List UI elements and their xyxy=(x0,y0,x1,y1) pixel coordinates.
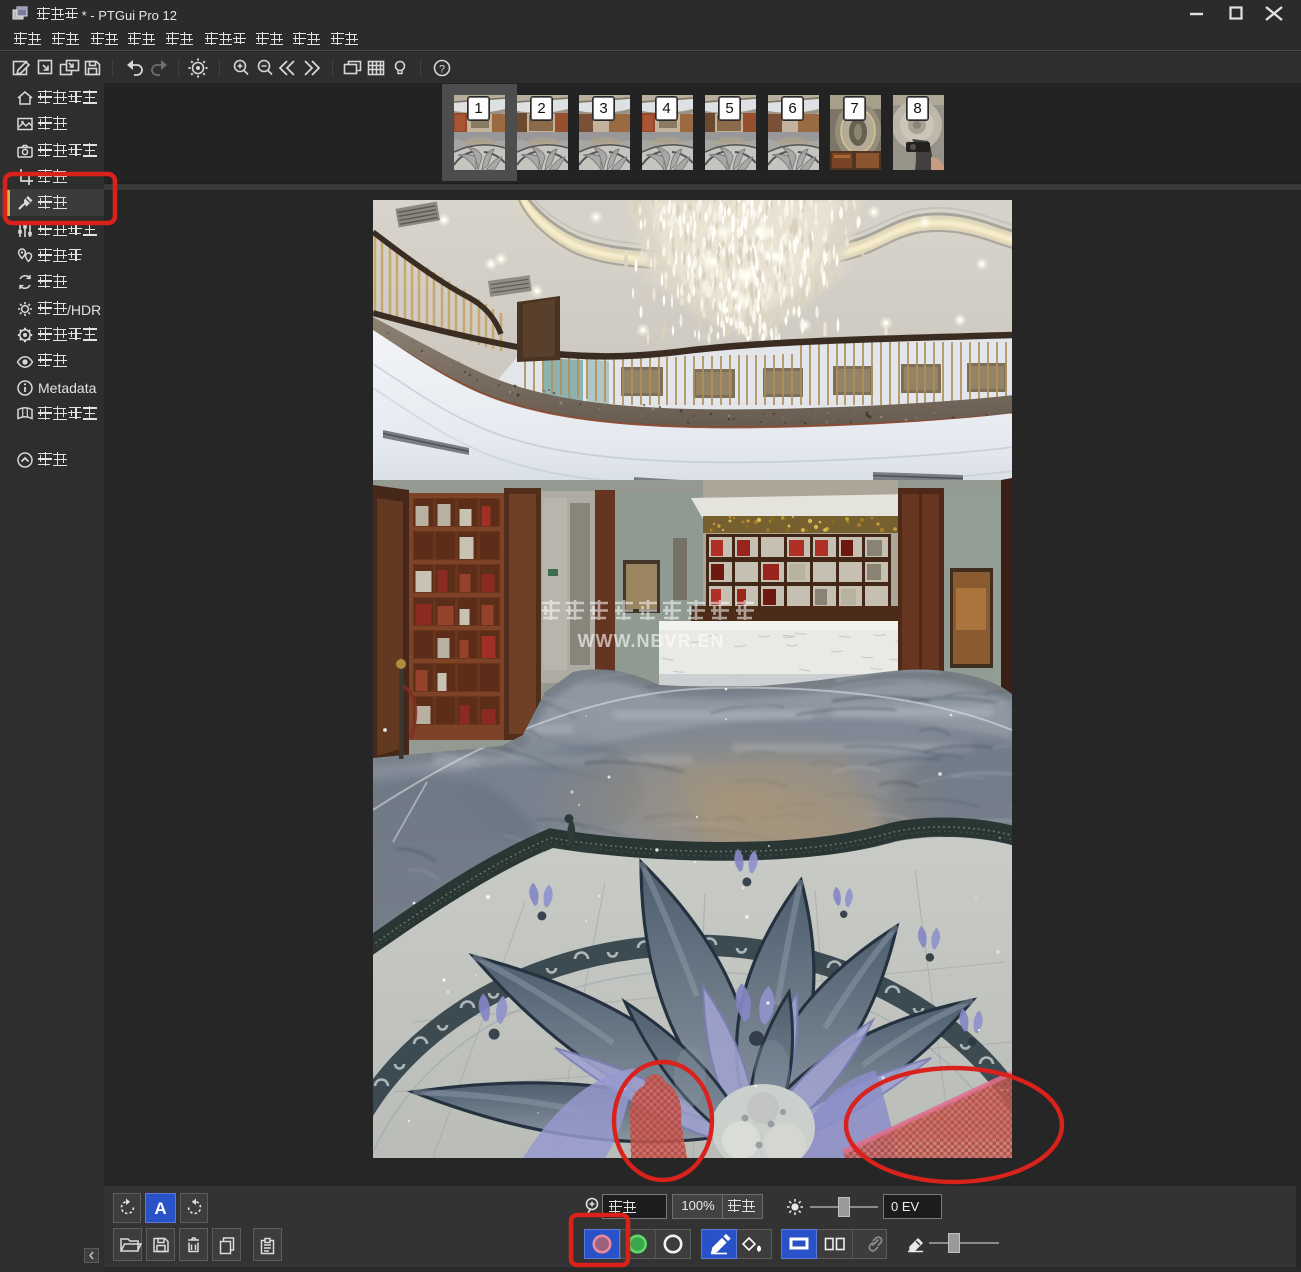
svg-text:WWW.NBVR.EN: WWW.NBVR.EN xyxy=(578,631,725,651)
svg-text:?: ? xyxy=(439,64,445,76)
